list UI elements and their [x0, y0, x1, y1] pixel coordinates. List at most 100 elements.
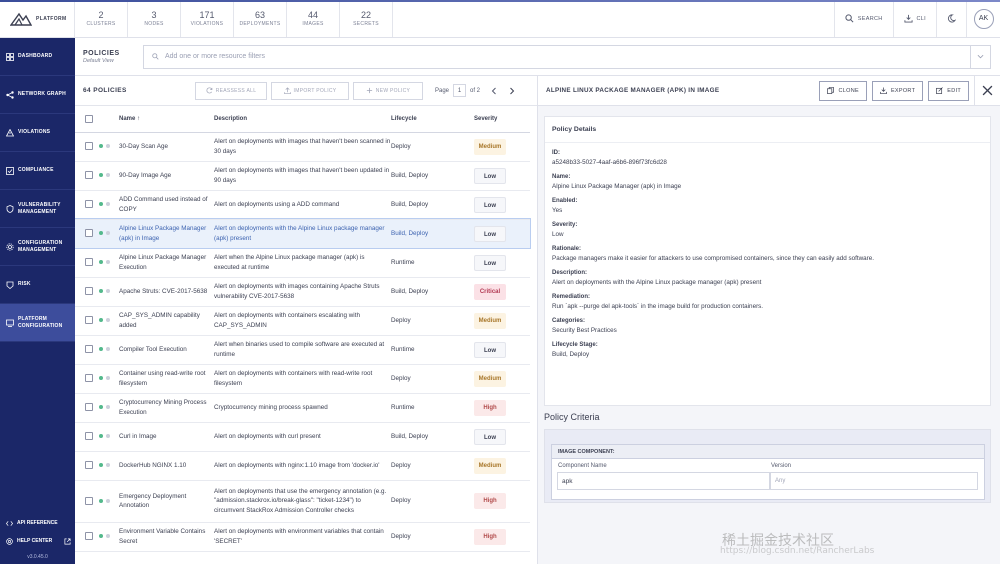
stat-violations[interactable]: 171 VIOLATIONS — [181, 0, 234, 37]
row-checkbox[interactable] — [85, 316, 93, 325]
theme-toggle-button[interactable] — [936, 0, 966, 37]
row-checkbox[interactable] — [85, 287, 93, 296]
table-row[interactable]: Curl in Image Alert on deployments with c… — [75, 422, 530, 452]
help-center-link[interactable]: HELP CENTER — [0, 532, 75, 550]
sidebar-item-compliance[interactable]: COMPLIANCE — [0, 152, 75, 190]
sidebar-item-configuration-management[interactable]: CONFIGURATION MANAGEMENT — [0, 228, 75, 266]
new-policy-button[interactable]: NEW POLICY — [353, 81, 423, 100]
row-checkbox[interactable] — [85, 345, 93, 354]
chevron-right-icon[interactable] — [508, 87, 516, 95]
policy-name-cell[interactable]: Compiler Tool Execution — [119, 335, 214, 365]
table-row[interactable]: Compiler Tool Execution Alert when binari… — [75, 335, 530, 365]
policy-name-cell[interactable]: DockerHub NGINX 1.10 — [119, 451, 214, 481]
external-link-icon — [64, 538, 71, 544]
stat-label: IMAGES — [302, 21, 324, 27]
reassess-label: REASSESS ALL — [215, 87, 257, 94]
table-row[interactable]: CAP_SYS_ADMIN capability added Alert on d… — [75, 306, 530, 336]
policy-lifecycle-cell: Deploy — [391, 522, 474, 552]
warning-icon — [6, 281, 14, 289]
edit-button[interactable]: EDIT — [928, 80, 969, 101]
table-row[interactable]: DockerHub NGINX 1.10 Alert on deployments… — [75, 451, 530, 481]
severity-badge: Medium — [474, 370, 506, 387]
table-row[interactable]: Environment Variable Contains Secret Aler… — [75, 522, 530, 552]
row-checkbox[interactable] — [85, 142, 93, 151]
policies-list-panel: 64 POLICIES REASSESS ALL IMPORT POLICY N… — [75, 76, 538, 564]
row-checkbox[interactable] — [85, 258, 93, 267]
policy-name-cell[interactable]: Alpine Linux Package Manager (apk) in Im… — [119, 219, 214, 249]
policy-description-cell: Alert on deployments with environment va… — [214, 522, 391, 552]
column-description[interactable]: Description — [214, 106, 391, 133]
policy-name-cell[interactable]: Container using read-write root filesyst… — [119, 364, 214, 394]
stat-secrets[interactable]: 22 SECRETS — [340, 0, 393, 37]
table-row[interactable]: Alpine Linux Package Manager Execution Al… — [75, 248, 530, 278]
table-row[interactable]: Cryptocurrency Mining Process Execution C… — [75, 393, 530, 423]
component-name-label: Component Name — [558, 463, 607, 469]
table-row[interactable]: Apache Struts: CVE-2017-5638 Alert on dep… — [75, 277, 530, 307]
resource-filter-input[interactable]: Add one or more resource filters — [143, 44, 991, 69]
stat-deployments[interactable]: 63 DEPLOYMENTS — [234, 0, 287, 37]
sidebar-item-label: PLATFORM CONFIGURATION — [18, 315, 63, 329]
row-checkbox[interactable] — [85, 229, 93, 238]
stat-images[interactable]: 44 IMAGES — [287, 0, 340, 37]
page-subtitle: Default View — [83, 57, 114, 64]
policy-severity-cell: Low — [474, 248, 530, 278]
component-name-field[interactable]: apk — [557, 472, 770, 490]
sidebar-item-vulnerability-management[interactable]: VULNERABILITY MANAGEMENT — [0, 190, 75, 228]
reassess-all-button[interactable]: REASSESS ALL — [195, 81, 267, 100]
table-row[interactable]: ADD Command used instead of COPY Alert on… — [75, 190, 530, 220]
policy-name-cell[interactable]: 30-Day Scan Age — [119, 132, 214, 162]
sidebar-item-dashboard[interactable]: DASHBOARD — [0, 38, 75, 76]
policy-name-cell[interactable]: Curl in Image — [119, 422, 214, 452]
row-checkbox[interactable] — [85, 171, 93, 180]
sidebar-item-network-graph[interactable]: NETWORK GRAPH — [0, 76, 75, 114]
import-policy-button[interactable]: IMPORT POLICY — [271, 81, 349, 100]
export-button[interactable]: EXPORT — [871, 80, 924, 101]
search-button[interactable]: SEARCH — [833, 0, 893, 37]
policy-name-cell[interactable]: Cryptocurrency Mining Process Execution — [119, 393, 214, 423]
policy-severity-cell: High — [474, 393, 530, 423]
page-number-input[interactable]: 1 — [453, 84, 467, 97]
sidebar-item-violations[interactable]: VIOLATIONS — [0, 114, 75, 152]
table-row[interactable]: Emergency Deployment Annotation Alert on … — [75, 480, 530, 523]
column-name[interactable]: Name ↑ — [119, 106, 214, 133]
policy-name-cell[interactable]: Alpine Linux Package Manager Execution — [119, 248, 214, 278]
filter-dropdown-toggle[interactable] — [970, 45, 990, 68]
avatar[interactable]: AK — [973, 8, 994, 29]
row-checkbox[interactable] — [85, 496, 93, 505]
policy-name-cell[interactable]: ADD Command used instead of COPY — [119, 190, 214, 220]
row-checkbox[interactable] — [85, 374, 93, 383]
row-checkbox[interactable] — [85, 461, 93, 470]
row-select-cell — [75, 248, 119, 278]
sidebar-item-platform-configuration[interactable]: PLATFORM CONFIGURATION — [0, 304, 75, 342]
select-all-checkbox[interactable] — [85, 114, 93, 123]
cli-download-button[interactable]: CLI — [892, 0, 936, 37]
page-label: Page — [435, 87, 450, 94]
table-row[interactable]: 90-Day Image Age Alert on deployments wit… — [75, 161, 530, 191]
row-checkbox[interactable] — [85, 403, 93, 412]
sidebar-item-risk[interactable]: RISK — [0, 266, 75, 304]
policy-name-cell[interactable]: Emergency Deployment Annotation — [119, 480, 214, 523]
user-menu[interactable]: AK — [966, 0, 1000, 37]
stat-nodes[interactable]: 3 NODES — [128, 0, 181, 37]
table-row[interactable]: Container using read-write root filesyst… — [75, 364, 530, 394]
version-field[interactable]: Any — [770, 472, 978, 490]
clone-button[interactable]: CLONE — [819, 80, 867, 101]
chevron-left-icon[interactable] — [490, 87, 498, 95]
policy-name-cell[interactable]: Apache Struts: CVE-2017-5638 — [119, 277, 214, 307]
table-row[interactable]: 30-Day Scan Age Alert on deployments with… — [75, 132, 530, 162]
close-panel-button[interactable] — [974, 76, 1000, 106]
column-severity[interactable]: Severity — [474, 106, 530, 133]
row-checkbox[interactable] — [85, 532, 93, 541]
stat-clusters[interactable]: 2 CLUSTERS — [75, 0, 128, 37]
row-checkbox[interactable] — [85, 200, 93, 209]
column-lifecycle[interactable]: Lifecycle — [391, 106, 474, 133]
row-checkbox[interactable] — [85, 432, 93, 441]
policy-name-cell[interactable]: CAP_SYS_ADMIN capability added — [119, 306, 214, 336]
detail-header: ALPINE LINUX PACKAGE MANAGER (APK) IN IM… — [538, 76, 1000, 106]
table-row[interactable]: Alpine Linux Package Manager (apk) in Im… — [75, 218, 531, 249]
platform-logo[interactable]: PLATFORM — [0, 0, 75, 37]
api-reference-link[interactable]: API REFERENCE — [0, 514, 75, 532]
policy-name-cell[interactable]: Environment Variable Contains Secret — [119, 522, 214, 552]
notifier-status-icon — [106, 347, 110, 352]
policy-name-cell[interactable]: 90-Day Image Age — [119, 161, 214, 191]
